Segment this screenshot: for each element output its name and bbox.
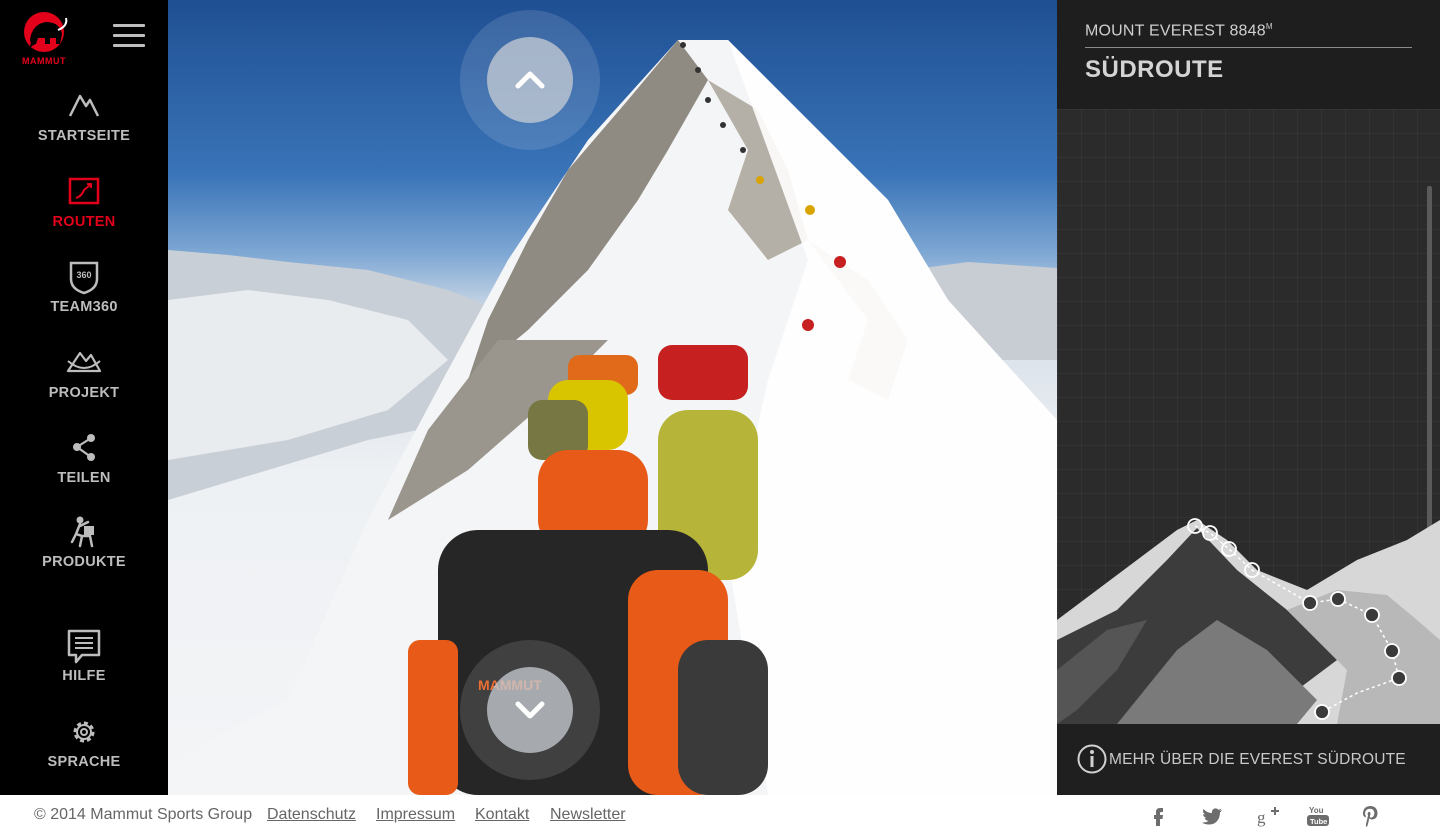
mountain-name-text: MOUNT EVEREST 8848 xyxy=(1085,22,1266,40)
nav-label: HILFE xyxy=(62,668,106,684)
route-panel: MOUNT EVEREST 8848M SÜDROUTE MEHR ÜBER D… xyxy=(1057,0,1440,795)
nav-item-team360[interactable]: 360 TEAM360 xyxy=(0,259,168,329)
nav-item-hilfe[interactable]: HILFE xyxy=(0,628,168,698)
pinterest-icon[interactable] xyxy=(1358,804,1382,828)
footer-link-impressum[interactable]: Impressum xyxy=(376,806,455,824)
share-icon xyxy=(73,434,95,461)
footer: © 2014 Mammut Sports Group Datenschutz I… xyxy=(0,795,1440,836)
nav-item-startseite[interactable]: STARTSEITE xyxy=(0,88,168,158)
copyright-text: © 2014 Mammut Sports Group xyxy=(34,806,253,823)
hamburger-line xyxy=(113,44,145,47)
mountain-unit: M xyxy=(1265,22,1273,31)
nav-label: SPRACHE xyxy=(47,754,121,770)
nav-item-projekt[interactable]: PROJEKT xyxy=(0,345,168,415)
nav-item-routen[interactable]: ROUTEN xyxy=(0,174,168,244)
team360-badge-icon: 360 xyxy=(69,261,99,295)
chevron-down-icon xyxy=(515,701,545,719)
more-info-text: MEHR ÜBER DIE EVEREST SÜDROUTE xyxy=(1109,751,1406,768)
route-icon xyxy=(68,177,100,205)
hamburger-icon xyxy=(113,24,145,27)
facebook-icon[interactable] xyxy=(1146,804,1170,828)
footer-link-datenschutz[interactable]: Datenschutz xyxy=(267,806,356,824)
header-divider xyxy=(1085,47,1412,48)
nav-label: STARTSEITE xyxy=(37,128,131,144)
summit-photo-view[interactable]: MAMMUT xyxy=(168,0,1057,795)
chevron-up-icon xyxy=(515,71,545,89)
route-map[interactable] xyxy=(1057,500,1440,724)
nav-label: TEAM360 xyxy=(50,299,118,315)
footer-link-kontakt[interactable]: Kontakt xyxy=(475,806,529,824)
climber-icon xyxy=(70,516,94,548)
svg-text:g: g xyxy=(1257,808,1266,827)
everest-summit-photo: MAMMUT xyxy=(168,40,1057,795)
sidebar: MAMMUT STARTSEITE ROUTEN 360 TEAM360 PRO… xyxy=(0,0,168,795)
mountain-icon xyxy=(68,94,100,117)
nav-item-produkte[interactable]: PRODUKTE xyxy=(0,514,168,584)
scroll-down-button[interactable] xyxy=(460,640,600,780)
help-icon xyxy=(67,629,101,664)
svg-text:Tube: Tube xyxy=(1310,817,1327,826)
mammoth-logo-icon xyxy=(24,12,68,52)
youtube-icon[interactable]: You Tube xyxy=(1306,804,1330,828)
nav-label: TEILEN xyxy=(57,470,111,486)
nav-item-sprache[interactable]: SPRACHE xyxy=(0,714,168,784)
footer-link-newsletter[interactable]: Newsletter xyxy=(550,806,626,824)
project-icon xyxy=(66,351,102,373)
more-info-link[interactable]: MEHR ÜBER DIE EVEREST SÜDROUTE xyxy=(1057,724,1440,795)
svg-text:You: You xyxy=(1309,806,1324,815)
twitter-icon[interactable] xyxy=(1200,804,1224,828)
nav-label: PROJEKT xyxy=(48,385,120,401)
info-icon xyxy=(1077,744,1107,774)
nav-label: ROUTEN xyxy=(52,214,116,230)
menu-button[interactable] xyxy=(113,24,145,50)
mountain-title: MOUNT EVEREST 8848M xyxy=(1085,22,1273,40)
nav-label: PRODUKTE xyxy=(42,554,126,570)
logo-text: MAMMUT xyxy=(22,56,66,66)
google-plus-icon[interactable]: g xyxy=(1256,804,1280,828)
svg-text:360: 360 xyxy=(76,270,91,280)
nav-item-teilen[interactable]: TEILEN xyxy=(0,430,168,500)
gear-icon xyxy=(73,721,95,743)
mammut-logo[interactable]: MAMMUT xyxy=(10,10,78,68)
hamburger-line xyxy=(113,34,145,37)
panel-header: MOUNT EVEREST 8848M SÜDROUTE xyxy=(1057,0,1440,109)
route-title: SÜDROUTE xyxy=(1085,56,1224,83)
scroll-up-button[interactable] xyxy=(460,10,600,150)
